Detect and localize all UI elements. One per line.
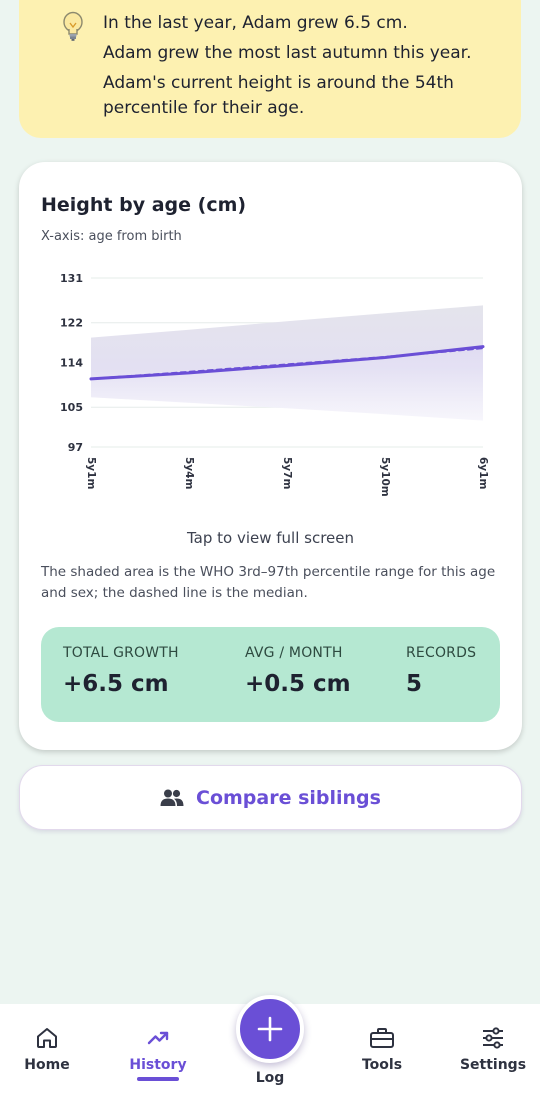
lightbulb-icon — [63, 11, 83, 41]
y-tick-label: 105 — [60, 401, 83, 414]
log-fab-button[interactable] — [236, 995, 304, 1063]
trending-up-icon — [147, 1031, 169, 1045]
insights-banner: In the last year, Adam grew 6.5 cm. Adam… — [19, 0, 521, 138]
stat-total-growth: TOTAL GROWTH +6.5 cm — [63, 645, 179, 697]
height-chart-card[interactable]: Height by age (cm) X-axis: age from birt… — [19, 162, 522, 750]
x-tick-label: 5y4m — [183, 457, 195, 489]
y-tick-label: 131 — [60, 272, 83, 285]
stat-value: +0.5 cm — [245, 671, 351, 697]
stat-label: RECORDS — [406, 645, 477, 661]
log-label: Log — [255, 1070, 285, 1086]
active-indicator — [137, 1077, 179, 1081]
chart-note: The shaded area is the WHO 3rd–97th perc… — [41, 564, 496, 601]
x-tick-label: 5y7m — [281, 457, 293, 489]
people-icon — [160, 789, 184, 806]
nav-label: Settings — [459, 1057, 527, 1073]
nav-label: History — [129, 1057, 187, 1073]
stat-value: 5 — [406, 671, 423, 697]
stat-records: RECORDS 5 — [406, 645, 476, 697]
stat-label: AVG / MONTH — [245, 645, 343, 661]
stat-avg-month: AVG / MONTH +0.5 cm — [245, 645, 351, 697]
nav-label: Home — [24, 1057, 70, 1073]
y-tick-label: 114 — [60, 357, 83, 370]
nav-history[interactable]: History — [113, 1026, 203, 1081]
nav-home[interactable]: Home — [2, 1026, 92, 1073]
tap-to-fullscreen-hint[interactable]: Tap to view full screen — [19, 529, 522, 547]
insight-line: Adam's current height is around the 54th… — [103, 73, 454, 118]
plus-icon — [257, 1016, 283, 1042]
home-icon — [37, 1028, 57, 1048]
x-tick-label: 6y1m — [477, 457, 489, 489]
nav-settings[interactable]: Settings — [448, 1026, 538, 1073]
toolbox-icon — [370, 1028, 394, 1048]
y-tick-label: 122 — [60, 317, 83, 330]
sliders-icon — [483, 1027, 503, 1049]
compare-siblings-button[interactable]: Compare siblings — [19, 765, 522, 830]
x-tick-label: 5y10m — [379, 457, 391, 497]
stat-label: TOTAL GROWTH — [63, 645, 179, 661]
insight-line: Adam grew the most last autumn this year… — [103, 43, 472, 63]
x-tick-label: 5y1m — [85, 457, 97, 489]
growth-stats: TOTAL GROWTH +6.5 cm AVG / MONTH +0.5 cm… — [41, 627, 500, 722]
insight-line: In the last year, Adam grew 6.5 cm. — [103, 13, 408, 33]
nav-tools[interactable]: Tools — [337, 1026, 427, 1073]
nav-label: Tools — [361, 1057, 403, 1073]
stat-value: +6.5 cm — [63, 671, 169, 697]
y-tick-label: 97 — [68, 441, 83, 454]
compare-siblings-label: Compare siblings — [196, 786, 381, 809]
height-chart[interactable]: 97 105 114 122 131 5y1m 5y4m 5y7m 5y10m 6y1m — [19, 162, 522, 522]
